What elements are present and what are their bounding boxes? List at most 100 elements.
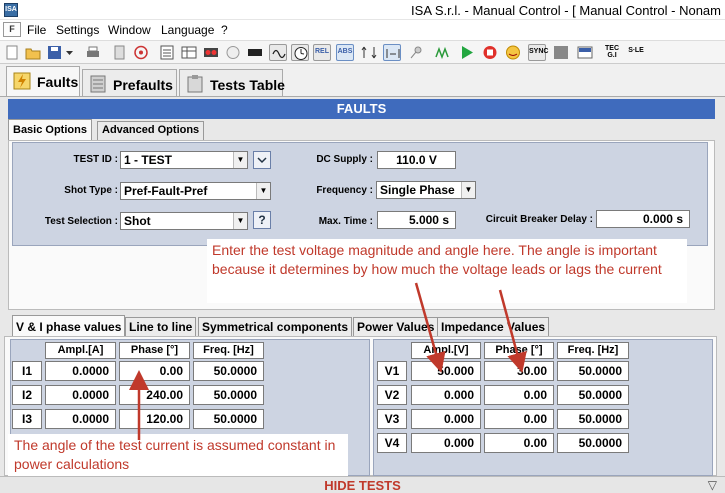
max-time-label: Max. Time :	[318, 216, 373, 227]
waveform-icon[interactable]	[434, 44, 452, 61]
test-selection-label: Test Selection :	[44, 216, 118, 227]
tab-vi-phase-values[interactable]: V & I phase values	[12, 315, 126, 337]
v4-ampl-field[interactable]: 0.000	[411, 433, 481, 453]
test-id-select[interactable]: 1 - TEST ▼	[120, 151, 248, 169]
form-icon[interactable]	[158, 44, 176, 61]
voltage-row-label: V3	[377, 409, 407, 429]
chevron-down-icon	[257, 157, 267, 164]
target-icon[interactable]	[132, 44, 150, 61]
current-row-label: I3	[12, 409, 42, 429]
menu-bar: F File Settings Window Language ?	[0, 20, 725, 40]
tab-faults[interactable]: Faults	[6, 66, 80, 97]
voltage-annotation: Enter the test voltage magnitude and ang…	[207, 239, 687, 303]
v2-freq-field[interactable]: 50.0000	[557, 385, 629, 405]
tab-prefaults[interactable]: Prefaults	[82, 69, 177, 97]
menu-settings[interactable]: Settings	[56, 23, 99, 37]
rel-icon[interactable]: REL	[313, 44, 331, 61]
collapse-arrow-icon[interactable]: ▽	[708, 478, 717, 492]
tab-impedance-values[interactable]: Impedance Values	[437, 317, 550, 337]
dc-supply-label: DC Supply :	[316, 154, 373, 165]
app-icon: ISA	[4, 3, 18, 17]
play-icon[interactable]	[458, 44, 476, 61]
tab-line-to-line[interactable]: Line to line	[125, 317, 197, 337]
test-id-label: TEST ID :	[73, 154, 118, 165]
max-time-field[interactable]: 5.000 s	[377, 211, 456, 229]
save-dropdown-icon[interactable]	[64, 44, 82, 61]
oscilloscope-icon[interactable]	[269, 44, 287, 61]
step-icon[interactable]	[383, 44, 401, 61]
frequency-select[interactable]: Single Phase ▼	[376, 181, 476, 199]
v3-ampl-field[interactable]: 0.000	[411, 409, 481, 429]
i2-phase-field[interactable]: 240.00	[119, 385, 190, 405]
current-ampl-header: Ampl.[A]	[45, 342, 116, 359]
flag-icon[interactable]	[576, 44, 594, 61]
v4-freq-field[interactable]: 50.0000	[557, 433, 629, 453]
keyboard-icon[interactable]	[246, 44, 264, 61]
tec-icon[interactable]: TEC G.I	[603, 44, 621, 61]
tab-basic-options[interactable]: Basic Options	[8, 119, 92, 140]
i1-phase-field[interactable]: 0.00	[119, 361, 190, 381]
stop-icon[interactable]	[481, 44, 499, 61]
sync-icon[interactable]: SYNC	[528, 44, 548, 61]
document-icon[interactable]	[110, 44, 128, 61]
dc-supply-field[interactable]: 110.0 V	[377, 151, 456, 169]
lightning-icon	[13, 72, 31, 90]
pin-icon[interactable]	[407, 44, 425, 61]
table-icon[interactable]	[180, 44, 198, 61]
menu-window[interactable]: Window	[108, 23, 151, 37]
clear-icon[interactable]	[224, 44, 242, 61]
shot-type-select[interactable]: Pref-Fault-Pref ▼	[120, 182, 271, 200]
v1-ampl-field[interactable]: 50.000	[411, 361, 481, 381]
current-phase-header: Phase [°]	[119, 342, 190, 359]
title-bar: ISA ISA S.r.l. - Manual Control - [ Manu…	[0, 0, 725, 20]
stack-icon	[90, 75, 106, 93]
new-file-icon[interactable]	[3, 44, 21, 61]
i1-freq-field[interactable]: 50.0000	[193, 361, 264, 381]
tab-advanced-options[interactable]: Advanced Options	[97, 121, 205, 140]
record-icon[interactable]	[202, 44, 220, 61]
grey-square-icon[interactable]	[552, 44, 570, 61]
clock-icon[interactable]	[291, 44, 309, 61]
menu-language[interactable]: Language	[161, 23, 214, 37]
voltage-row-label: V1	[377, 361, 407, 381]
i3-phase-field[interactable]: 120.00	[119, 409, 190, 429]
i2-ampl-field[interactable]: 0.0000	[45, 385, 116, 405]
tab-power-values[interactable]: Power Values	[353, 317, 439, 337]
test-id-dropdown-button[interactable]	[253, 151, 271, 169]
v3-phase-field[interactable]: 0.00	[484, 409, 554, 429]
v2-ampl-field[interactable]: 0.000	[411, 385, 481, 405]
chevron-down-icon: ▼	[461, 182, 475, 198]
current-freq-header: Freq. [Hz]	[193, 342, 264, 359]
v2-phase-field[interactable]: 0.00	[484, 385, 554, 405]
shot-type-label: Shot Type :	[64, 185, 118, 196]
toolbar: REL ABS SYNC TEC G.I S∙LE	[0, 40, 725, 64]
clipboard-icon	[187, 75, 203, 93]
main-tabs: Faults Prefaults Tests Table	[0, 66, 725, 97]
i1-ampl-field[interactable]: 0.0000	[45, 361, 116, 381]
cb-delay-field[interactable]: 0.000 s	[596, 210, 690, 228]
abs-icon[interactable]: ABS	[336, 44, 354, 61]
i3-ampl-field[interactable]: 0.0000	[45, 409, 116, 429]
arrows-icon[interactable]	[360, 44, 378, 61]
test-selection-select[interactable]: Shot ▼	[120, 212, 248, 230]
v4-phase-field[interactable]: 0.00	[484, 433, 554, 453]
chevron-down-icon: ▼	[233, 152, 247, 168]
help-button[interactable]: ?	[253, 211, 271, 229]
sle-icon[interactable]: S∙LE	[627, 44, 645, 61]
v1-freq-field[interactable]: 50.0000	[557, 361, 629, 381]
v3-freq-field[interactable]: 50.0000	[557, 409, 629, 429]
i3-freq-field[interactable]: 50.0000	[193, 409, 264, 429]
v1-phase-field[interactable]: 30.00	[484, 361, 554, 381]
face-icon[interactable]	[504, 44, 522, 61]
menu-file[interactable]: File	[27, 23, 46, 37]
app-menu-icon[interactable]: F	[3, 22, 21, 37]
hide-tests-button[interactable]: HIDE TESTS	[0, 476, 725, 493]
frequency-label: Frequency :	[316, 185, 373, 196]
tab-symmetrical-components[interactable]: Symmetrical components	[198, 317, 353, 337]
menu-help[interactable]: ?	[221, 23, 228, 37]
tab-tests-table[interactable]: Tests Table	[179, 69, 285, 97]
open-folder-icon[interactable]	[24, 44, 42, 61]
i2-freq-field[interactable]: 50.0000	[193, 385, 264, 405]
print-icon[interactable]	[84, 44, 102, 61]
save-icon[interactable]	[46, 44, 64, 61]
